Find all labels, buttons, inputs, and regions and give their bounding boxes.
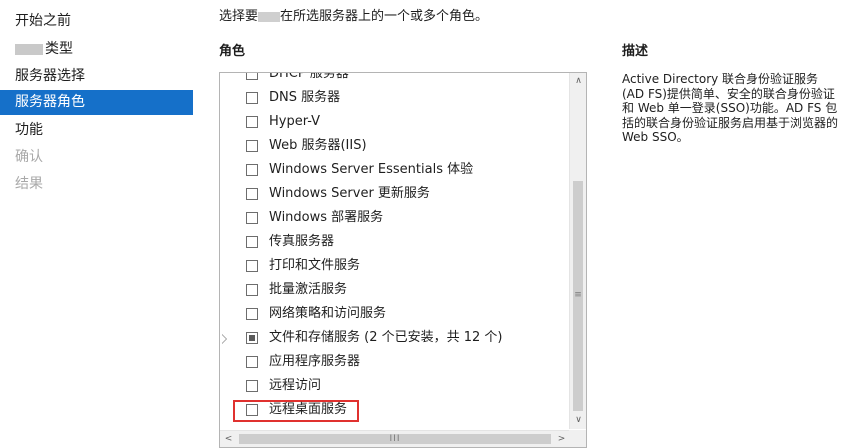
role-description: Active Directory 联合身份验证服务 (AD FS)提供简单、安全… — [622, 72, 839, 144]
role-checkbox[interactable] — [246, 356, 258, 368]
role-item[interactable]: 应用程序服务器 — [220, 351, 570, 375]
horizontal-scrollbar[interactable]: < III > — [220, 430, 570, 447]
instruction-text: 选择要 在所选服务器上的一个或多个角色。 — [219, 5, 488, 24]
wizard-nav: 开始之前 类型 服务器选择 服务器角色 功能 确认 结果 — [0, 0, 193, 448]
role-checkbox[interactable] — [246, 308, 258, 320]
role-item[interactable]: Hyper-V — [220, 111, 570, 135]
role-label: DNS 服务器 — [269, 90, 341, 105]
role-item[interactable]: Windows Server Essentials 体验 — [220, 159, 570, 183]
role-label: Hyper-V — [269, 114, 321, 129]
role-item[interactable]: Windows Server 更新服务 — [220, 183, 570, 207]
nav-label: 结果 — [15, 176, 43, 192]
role-label: 文件和存储服务 (2 个已安装，共 12 个) — [269, 330, 503, 345]
role-item[interactable]: 网络策略和访问服务 — [220, 303, 570, 327]
nav-label: 服务器选择 — [15, 68, 85, 84]
grip-icon: ≡ — [574, 290, 582, 300]
nav-item-installation-type[interactable]: 类型 — [0, 37, 193, 62]
role-label: Windows Server Essentials 体验 — [269, 162, 474, 177]
scroll-up-icon[interactable]: ∧ — [570, 73, 586, 90]
role-label: 打印和文件服务 — [269, 258, 361, 273]
role-label: Windows 部署服务 — [269, 210, 384, 225]
role-checkbox[interactable] — [246, 236, 258, 248]
scrollbar-corner — [569, 430, 586, 447]
nav-label: 确认 — [15, 149, 43, 165]
role-label: 批量激活服务 — [269, 282, 348, 297]
description-heading: 描述 — [622, 44, 649, 59]
nav-label: 服务器角色 — [15, 94, 85, 110]
redacted-text — [15, 43, 43, 55]
expand-arrow-icon[interactable] — [222, 334, 227, 344]
role-checkbox[interactable] — [246, 212, 258, 224]
role-item[interactable]: DHCP 服务器 — [220, 73, 570, 87]
role-label: 网络策略和访问服务 — [269, 306, 387, 321]
role-item[interactable]: DNS 服务器 — [220, 87, 570, 111]
scroll-down-icon[interactable]: ∨ — [570, 412, 586, 429]
role-item[interactable]: 打印和文件服务 — [220, 255, 570, 279]
role-checkbox[interactable] — [246, 164, 258, 176]
nav-label: 类型 — [45, 41, 73, 57]
role-checkbox[interactable] — [246, 380, 258, 392]
instruction-prefix: 选择要 — [219, 9, 259, 24]
role-item[interactable]: 文件和存储服务 (2 个已安装，共 12 个) — [220, 327, 570, 351]
nav-item-confirmation: 确认 — [0, 145, 193, 170]
role-label: DHCP 服务器 — [269, 73, 349, 81]
roles-heading: 角色 — [219, 44, 246, 59]
redacted-text — [258, 11, 281, 22]
nav-item-server-selection[interactable]: 服务器选择 — [0, 64, 193, 89]
role-item[interactable]: 批量激活服务 — [220, 279, 570, 303]
role-item[interactable]: 远程访问 — [220, 375, 570, 399]
role-checkbox[interactable] — [246, 404, 258, 416]
role-checkbox[interactable] — [246, 188, 258, 200]
role-label: 远程访问 — [269, 378, 322, 393]
nav-label: 开始之前 — [15, 13, 71, 29]
role-label: 应用程序服务器 — [269, 354, 361, 369]
nav-item-before-you-begin[interactable]: 开始之前 — [0, 9, 193, 34]
role-checkbox[interactable] — [246, 332, 258, 344]
nav-item-features[interactable]: 功能 — [0, 118, 193, 143]
role-label: 传真服务器 — [269, 234, 335, 249]
role-checkbox[interactable] — [246, 73, 258, 80]
role-label: Web 服务器(IIS) — [269, 138, 367, 153]
nav-item-results: 结果 — [0, 172, 193, 197]
horizontal-scroll-thumb[interactable]: III — [239, 434, 551, 444]
role-checkbox[interactable] — [246, 116, 258, 128]
role-label: Windows Server 更新服务 — [269, 186, 430, 201]
roles-list[interactable]: DHCP 服务器 DNS 服务器 Hyper-V Web 服务器(IIS) Wi… — [219, 72, 587, 448]
role-item[interactable]: Windows 部署服务 — [220, 207, 570, 231]
scroll-left-icon[interactable]: < — [220, 431, 237, 447]
scroll-right-icon[interactable]: > — [553, 431, 570, 447]
nav-item-server-roles[interactable]: 服务器角色 — [0, 90, 193, 115]
instruction-suffix: 在所选服务器上的一个或多个角色。 — [280, 9, 489, 24]
nav-label: 功能 — [15, 122, 43, 138]
role-label: 远程桌面服务 — [269, 402, 348, 417]
role-checkbox[interactable] — [246, 140, 258, 152]
role-checkbox[interactable] — [246, 284, 258, 296]
role-checkbox[interactable] — [246, 260, 258, 272]
role-checkbox[interactable] — [246, 92, 258, 104]
grip-icon: III — [389, 434, 401, 444]
vertical-scrollbar[interactable]: ∧ ≡ ∨ — [569, 73, 586, 429]
roles-list-viewport: DHCP 服务器 DNS 服务器 Hyper-V Web 服务器(IIS) Wi… — [220, 73, 570, 429]
role-item[interactable]: 传真服务器 — [220, 231, 570, 255]
role-item[interactable]: 远程桌面服务 — [220, 399, 570, 423]
role-item[interactable]: Web 服务器(IIS) — [220, 135, 570, 159]
